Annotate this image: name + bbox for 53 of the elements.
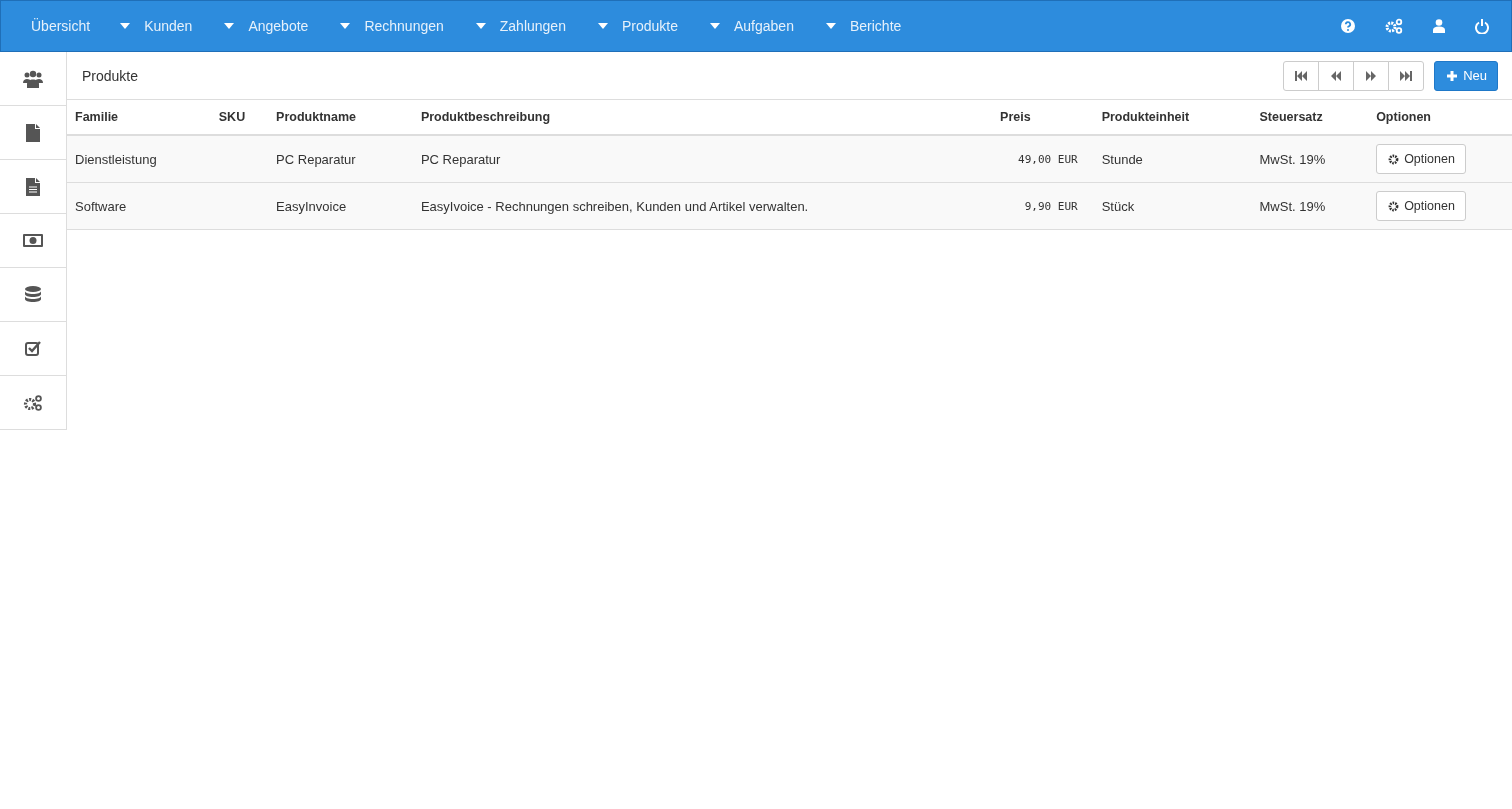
options-button[interactable]: Optionen [1376, 144, 1466, 174]
nav-menu-item[interactable]: Aufgaben [710, 18, 794, 34]
table-cell: MwSt. 19% [1251, 135, 1369, 183]
nav-menu-item[interactable]: Rechnungen [340, 18, 444, 34]
table-cell: Dienstleistung [67, 135, 211, 183]
banknote-icon [23, 234, 43, 247]
checkbox-icon [24, 341, 42, 356]
document-icon [26, 177, 40, 196]
next-page-button[interactable] [1353, 60, 1390, 91]
settings-icon[interactable] [1385, 18, 1403, 34]
skip-forward-icon [1400, 70, 1413, 81]
previous-page-button[interactable] [1318, 60, 1355, 91]
first-page-button[interactable] [1283, 60, 1320, 91]
caret-icon [710, 23, 720, 29]
database-icon [25, 285, 41, 304]
table-cell: PC Reparatur [268, 135, 413, 183]
user-icon[interactable] [1433, 19, 1445, 33]
table-cell: EasyIvoice - Rechnungen schreiben, Kunden und Artikel verwalten. [412, 182, 993, 230]
gears-icon [23, 393, 43, 412]
gear-icon [1388, 153, 1400, 165]
table-cell: Software [67, 182, 211, 230]
nav-menu-item[interactable]: Produkte [597, 18, 678, 34]
table-cell: Stück [1093, 182, 1252, 230]
nav-menu-item[interactable]: Kunden [120, 18, 193, 34]
nav-menu-item[interactable]: Zahlungen [475, 18, 566, 34]
caret-icon [224, 23, 235, 29]
table-cell: PC Reparatur [412, 135, 993, 183]
last-page-button[interactable] [1388, 60, 1425, 91]
users-icon [23, 69, 43, 88]
skip-back-icon [1295, 70, 1308, 81]
plus-icon [1447, 70, 1458, 81]
options-button[interactable]: Optionen [1376, 191, 1466, 221]
caret-icon [340, 23, 351, 29]
new-button[interactable]: Neu [1434, 60, 1498, 91]
table-cell: EasyInvoice [268, 182, 413, 230]
nav-menu-item[interactable]: Berichte [825, 18, 902, 34]
power-icon[interactable] [1475, 18, 1489, 34]
fast-forward-icon [1366, 70, 1377, 81]
caret-icon [475, 23, 486, 29]
table-cell: MwSt. 19% [1251, 182, 1369, 230]
nav-menu-item[interactable]: Übersicht [31, 18, 91, 34]
gear-icon [1388, 200, 1400, 212]
nav-menu-item[interactable]: Angebote [224, 18, 309, 34]
page-title: Produkte [82, 67, 139, 84]
help-icon[interactable] [1341, 19, 1355, 33]
rewind-icon [1331, 70, 1342, 81]
caret-icon [120, 23, 131, 29]
table-cell: Stunde [1093, 135, 1252, 183]
file-icon [26, 123, 40, 142]
caret-icon [597, 23, 608, 29]
table-cell: 9,90 EUR [992, 182, 1094, 230]
caret-icon [825, 23, 836, 29]
table-cell: 49,00 EUR [992, 135, 1094, 183]
